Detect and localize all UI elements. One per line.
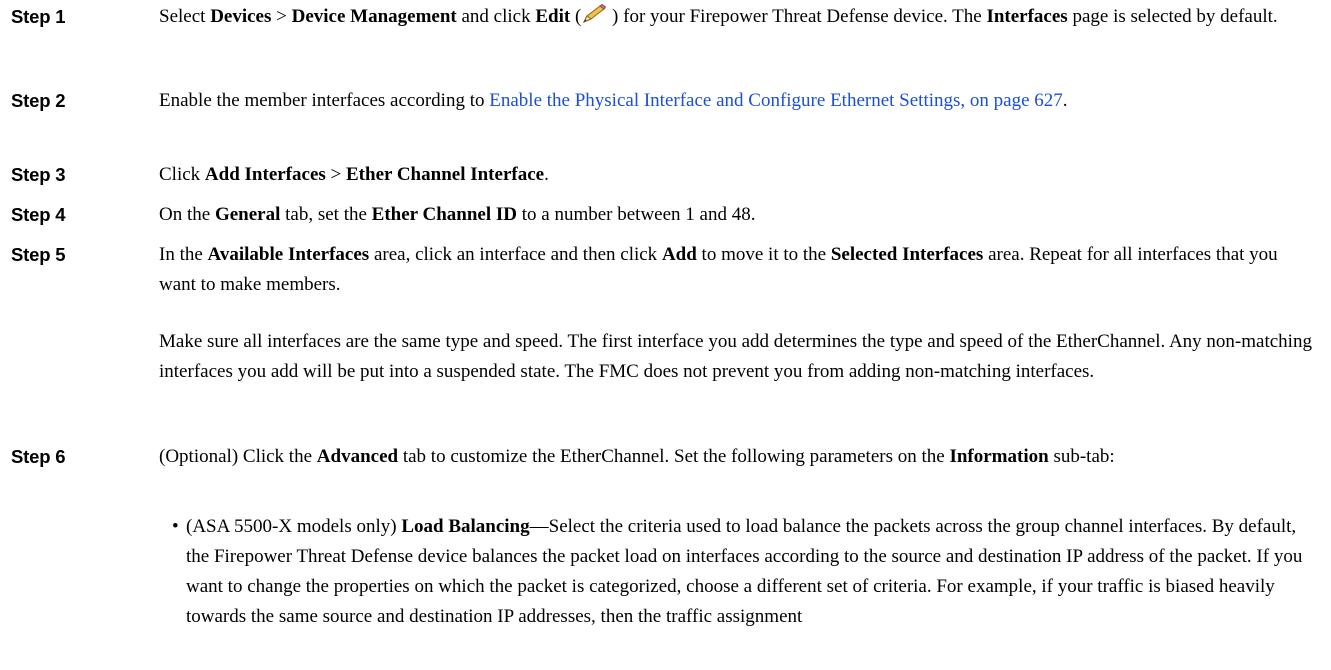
- edit-pencil-icon: [583, 3, 607, 23]
- step-label: Step 4: [11, 204, 66, 225]
- step-text: On the General tab, set the Ether Channe…: [159, 204, 756, 225]
- ui-term: Edit: [535, 6, 571, 27]
- cross-reference-link[interactable]: Enable the Physical Interface and Config…: [489, 90, 1063, 111]
- step-text: Click Add Interfaces > Ether Channel Int…: [159, 164, 549, 185]
- step-label: Step 5: [11, 244, 66, 265]
- step-text: In the Available Interfaces area, click …: [159, 244, 1278, 295]
- ui-term: Device Management: [291, 6, 457, 27]
- step-text: (Optional) Click the Advanced tab to cus…: [159, 446, 1115, 467]
- ui-term: Devices: [210, 6, 272, 27]
- step-text: Select Devices > Device Management and c…: [159, 2, 1319, 32]
- ui-term: Selected Interfaces: [830, 244, 984, 265]
- step-label: Step 1: [11, 6, 66, 27]
- step-label: Step 6: [11, 446, 66, 467]
- ui-term: Advanced: [316, 446, 399, 467]
- bullet-dot: •: [172, 516, 179, 537]
- step-label: Step 3: [11, 164, 66, 185]
- ui-term: Ether Channel Interface: [346, 164, 545, 185]
- bullet-text: (ASA 5500-X models only) Load Balancing—…: [186, 516, 1303, 627]
- ui-term: Add Interfaces: [204, 164, 326, 185]
- step-label: Step 2: [11, 90, 66, 111]
- ui-term: Available Interfaces: [207, 244, 370, 265]
- step-text: Enable the member interfaces according t…: [159, 90, 1068, 111]
- ui-term: Load Balancing: [401, 516, 530, 537]
- step-5-note: Make sure all interfaces are the same ty…: [159, 331, 1312, 382]
- ui-term: General: [214, 204, 281, 225]
- ui-term: Ether Channel ID: [371, 204, 517, 225]
- bullet-item-load-balancing: • (ASA 5500-X models only) Load Balancin…: [172, 512, 1322, 632]
- ui-term: Interfaces: [986, 6, 1068, 27]
- ui-term: Information: [949, 446, 1049, 467]
- ui-term: Add: [661, 244, 697, 265]
